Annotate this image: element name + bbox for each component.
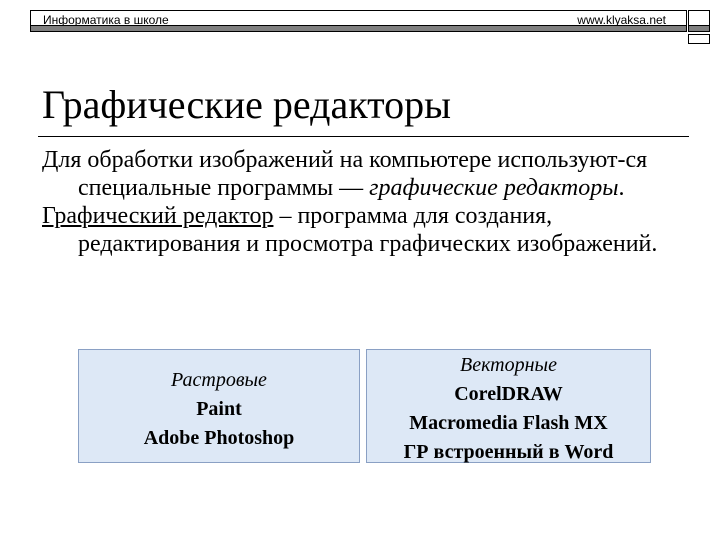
raster-editors-box: Растровые Paint Adobe Photoshop [78, 349, 360, 463]
paragraph-1-end: . [618, 175, 625, 201]
title-divider [38, 136, 689, 137]
vector-item: Macromedia Flash MX [409, 412, 608, 434]
raster-heading: Растровые [171, 369, 267, 391]
slide-header-bar: Информатика в школе www.klyaksa.net [30, 10, 687, 32]
raster-item: Paint [196, 398, 242, 420]
vector-heading: Векторные [460, 354, 557, 376]
paragraph-2: Графический редактор – программа для соз… [42, 202, 682, 258]
vector-item: CorelDRAW [454, 383, 563, 405]
vector-editors-box: Векторные CorelDRAW Macromedia Flash MX … [366, 349, 651, 463]
slide-title: Графические редакторы [42, 82, 451, 127]
paragraph-1: Для обработки изображений на компьютере … [42, 146, 682, 202]
corner-small-square [688, 34, 710, 44]
paragraph-1-emphasis: графические редакторы [369, 175, 619, 201]
corner-square [688, 10, 710, 32]
header-stripe [31, 25, 686, 31]
raster-item: Adobe Photoshop [143, 427, 295, 449]
slide-body: Для обработки изображений на компьютере … [42, 146, 682, 258]
paragraph-2-term: Графический редактор [42, 203, 274, 229]
vector-item: ГР встроенный в Word [403, 441, 614, 463]
